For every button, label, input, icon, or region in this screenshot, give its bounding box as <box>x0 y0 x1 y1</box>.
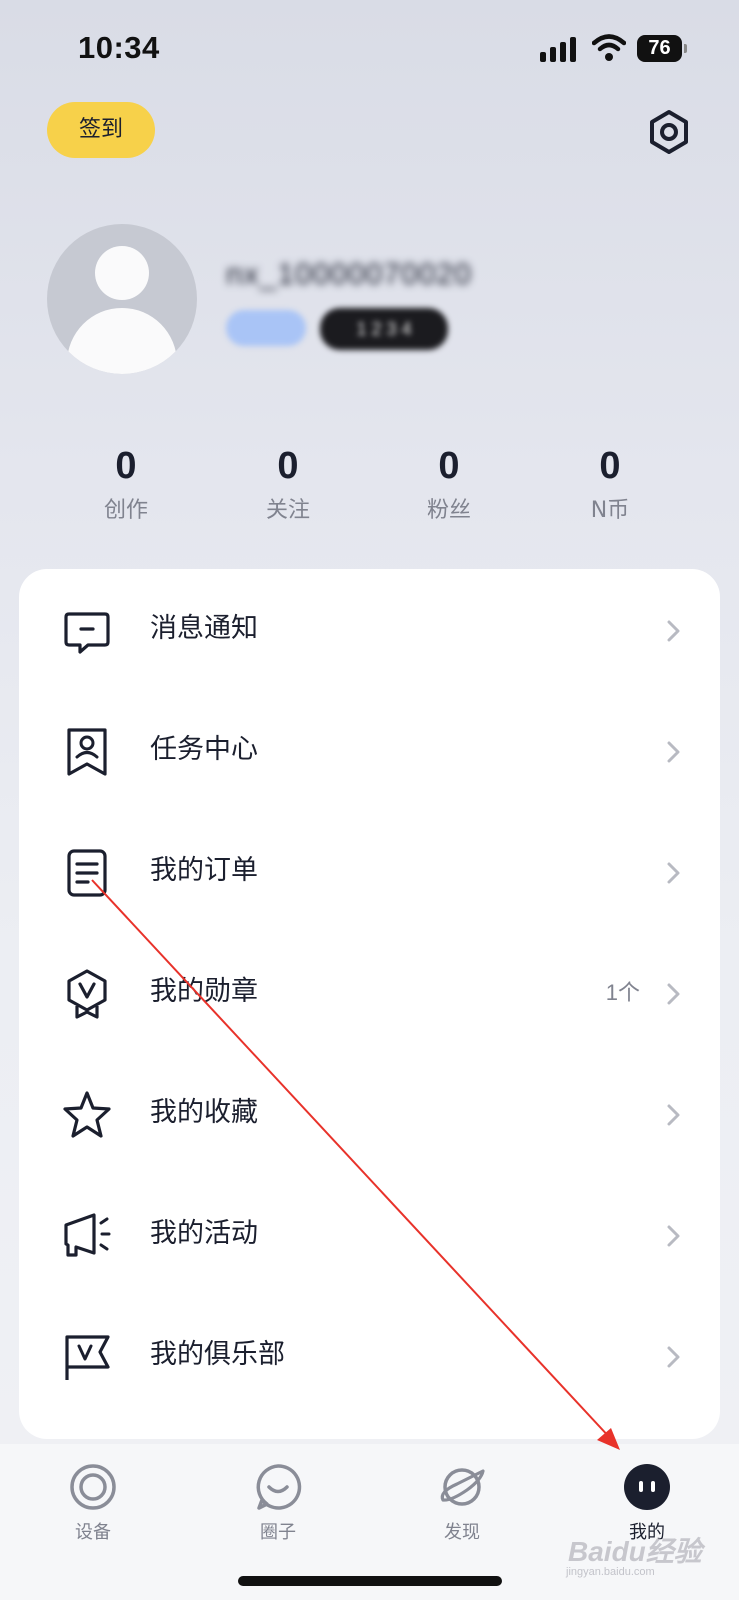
nav-label: 圈子 <box>260 1522 296 1543</box>
chevron-right-icon <box>667 1346 680 1368</box>
avatar[interactable] <box>47 224 197 374</box>
menu-item-task-center[interactable]: 任务中心 <box>19 690 720 811</box>
nav-tab-discover[interactable]: 发现 <box>407 1452 517 1552</box>
battery-level: 76 <box>637 35 682 62</box>
star-icon <box>63 1091 111 1138</box>
order-icon <box>67 849 107 897</box>
menu-item-label: 我的俱乐部 <box>150 1339 285 1370</box>
stat-value: 0 <box>438 445 460 487</box>
nav-tab-circle[interactable]: 圈子 <box>223 1452 333 1552</box>
menu-item-notifications[interactable]: 消息通知 <box>19 569 720 690</box>
status-bar: 10:34 76 <box>0 0 739 100</box>
checkin-button[interactable]: 签到 <box>47 102 155 158</box>
device-icon <box>70 1464 116 1510</box>
circle-chat-icon <box>256 1464 302 1510</box>
menu-item-label: 任务中心 <box>150 734 258 765</box>
chevron-right-icon <box>667 1104 680 1126</box>
nav-tab-devices[interactable]: 设备 <box>38 1452 148 1552</box>
menu-item-medals[interactable]: 我的勋章 1个 <box>19 932 720 1053</box>
watermark: Baidu经验 <box>568 1536 702 1567</box>
level-badge[interactable] <box>226 310 306 346</box>
megaphone-icon <box>64 1213 111 1257</box>
chevron-right-icon <box>667 1225 680 1247</box>
menu-item-activities[interactable]: 我的活动 <box>19 1174 720 1295</box>
menu-item-orders[interactable]: 我的订单 <box>19 811 720 932</box>
menu-item-label: 我的收藏 <box>150 1097 258 1128</box>
planet-icon <box>440 1468 485 1506</box>
medal-icon <box>67 969 107 1019</box>
stat-value: 0 <box>277 445 299 487</box>
settings-icon[interactable] <box>646 109 692 155</box>
id-badge[interactable]: 1 2 3 4 <box>320 308 448 350</box>
message-icon <box>64 612 110 654</box>
stat-value: 0 <box>115 445 137 487</box>
task-icon <box>67 728 107 776</box>
menu-item-label: 消息通知 <box>150 613 258 644</box>
stat-label: N币 <box>590 498 630 523</box>
menu-item-value: 1个 <box>605 980 640 1005</box>
username[interactable]: nx_10000070020 <box>226 258 472 294</box>
stat-value: 0 <box>599 445 621 487</box>
home-indicator[interactable] <box>238 1576 502 1586</box>
cellular-signal-icon <box>540 36 578 62</box>
stat-creations[interactable]: 0 创作 <box>66 438 186 528</box>
nav-label: 发现 <box>444 1522 480 1543</box>
chevron-right-icon <box>667 620 680 642</box>
stat-ncoins[interactable]: 0 N币 <box>550 438 670 528</box>
club-flag-icon <box>65 1335 110 1380</box>
stat-label: 粉丝 <box>426 498 471 523</box>
menu-item-label: 我的勋章 <box>150 976 258 1007</box>
stat-following[interactable]: 0 关注 <box>228 438 348 528</box>
menu-item-club[interactable]: 我的俱乐部 <box>19 1295 720 1416</box>
menu-card: 消息通知 任务中心 我的订单 我的勋章 1个 我的收藏 我的活动 我的俱乐部 <box>19 569 720 1439</box>
chevron-right-icon <box>667 862 680 884</box>
nav-label: 设备 <box>75 1522 111 1543</box>
battery-icon: 76 <box>637 35 687 62</box>
stat-fans[interactable]: 0 粉丝 <box>389 438 509 528</box>
menu-item-label: 我的订单 <box>150 855 258 886</box>
menu-item-favorites[interactable]: 我的收藏 <box>19 1053 720 1174</box>
profile-icon <box>624 1464 670 1510</box>
status-time: 10:34 <box>78 30 160 65</box>
stat-label: 关注 <box>265 498 310 523</box>
menu-item-label: 我的活动 <box>150 1218 258 1249</box>
chevron-right-icon <box>667 741 680 763</box>
wifi-icon <box>592 34 626 61</box>
stat-label: 创作 <box>103 498 148 523</box>
id-badge-text: 1 2 3 4 <box>356 319 412 339</box>
chevron-right-icon <box>667 983 680 1005</box>
watermark-url: jingyan.baidu.com <box>566 1566 655 1578</box>
